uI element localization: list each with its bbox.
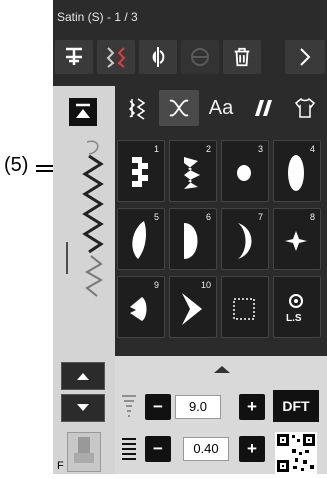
page-title: Satin (S) - 1 / 3 — [57, 10, 138, 24]
satin-icon — [169, 99, 189, 117]
next-arrow-icon — [300, 48, 311, 66]
shirt-icon — [294, 97, 316, 118]
disabled-icon — [191, 48, 209, 66]
stitch-settings-panel: − 9.0 + DFT − 0.40 + — [115, 356, 327, 474]
pattern-tile-4[interactable]: 4 — [273, 140, 321, 202]
width-decrease-button[interactable]: − — [145, 394, 171, 420]
pattern-tile-9[interactable]: 9 — [117, 276, 165, 338]
oval-icon — [288, 155, 304, 191]
buttonhole-tab[interactable] — [117, 90, 157, 126]
default-label: DFT — [282, 398, 310, 414]
toolbar — [53, 34, 327, 78]
four-point-star-icon — [285, 231, 307, 251]
stitch-length-icon — [122, 438, 136, 460]
callout-label: (5) — [4, 154, 29, 176]
flip-button[interactable] — [139, 40, 177, 74]
teardrop-icon — [132, 221, 146, 259]
arrow-up-icon — [77, 373, 89, 380]
default-button[interactable]: DFT — [273, 390, 319, 422]
chevron-icon — [182, 293, 202, 325]
pattern-tile-10[interactable]: 10 — [169, 276, 217, 338]
presser-foot-indicator — [67, 432, 101, 472]
dashed-square-icon — [233, 298, 255, 320]
arrow-down-icon — [77, 404, 89, 411]
expand-up-icon — [214, 366, 230, 373]
pattern-tile-6[interactable]: 6 — [169, 208, 217, 270]
alphabet-tab[interactable]: Aa — [201, 90, 241, 126]
alphabet-icon: Aa — [208, 96, 234, 119]
move-top-icon — [76, 103, 90, 118]
length-value: 0.40 — [183, 437, 229, 461]
shirt-tab[interactable] — [285, 90, 325, 126]
delete-button[interactable] — [223, 40, 261, 74]
selection-frame-tile[interactable] — [221, 276, 269, 338]
length-decrease-button[interactable]: − — [145, 436, 171, 462]
delete-icon — [234, 47, 250, 67]
mirror-pattern-button[interactable] — [97, 40, 135, 74]
pattern-tile-5[interactable]: 5 — [117, 208, 165, 270]
presser-foot-label: F — [57, 460, 64, 472]
length-increase-button[interactable]: + — [239, 436, 265, 462]
needle-position-button[interactable] — [55, 40, 93, 74]
qr-code[interactable] — [275, 432, 317, 474]
scroll-up-button[interactable] — [61, 362, 105, 390]
needle-position-icon — [66, 47, 82, 65]
disabled-button — [181, 40, 219, 74]
mirror-pattern-icon — [106, 47, 126, 68]
quilt-icon — [255, 100, 272, 116]
long-stitch-tile[interactable]: L.S — [273, 276, 321, 338]
move-top-button[interactable] — [69, 98, 97, 126]
stitch-width-icon — [122, 395, 136, 417]
long-stitch-label: L.S — [286, 313, 302, 324]
expand-panel-button[interactable] — [211, 362, 233, 374]
flip-icon — [152, 47, 165, 67]
sewing-machine-screen: Satin (S) - 1 / 3 F Aa 1 2 3 4 5 6 7 8 9… — [53, 0, 327, 474]
buttonhole-icon — [128, 98, 146, 120]
presser-foot-icon — [74, 437, 94, 463]
pattern-tile-8[interactable]: 8 — [273, 208, 321, 270]
half-moon-icon — [184, 223, 198, 259]
zigzag-stitch-icon — [66, 140, 104, 297]
pattern-tile-1[interactable]: 1 — [117, 140, 165, 202]
pattern-tile-7[interactable]: 7 — [221, 208, 269, 270]
zigzag-satin-icon — [184, 157, 200, 189]
quilt-tab[interactable] — [243, 90, 283, 126]
stitch-preview — [61, 134, 109, 324]
leaf-icon — [130, 297, 147, 321]
pattern-tile-3[interactable]: 3 — [221, 140, 269, 202]
width-increase-button[interactable]: + — [239, 394, 265, 420]
pattern-grid: 1 2 3 4 5 6 7 8 9 10 L.S — [115, 134, 327, 348]
title-bar: Satin (S) - 1 / 3 — [53, 0, 327, 34]
qr-code-icon — [277, 434, 315, 472]
long-stitch-icon — [289, 294, 303, 308]
pattern-tile-2[interactable]: 2 — [169, 140, 217, 202]
width-value: 9.0 — [175, 395, 221, 419]
crescent-icon — [238, 223, 252, 259]
stitch-preview-panel: F — [53, 86, 115, 474]
next-button[interactable] — [285, 40, 325, 74]
stepped-satin-icon — [132, 157, 148, 187]
category-tabs: Aa — [115, 86, 327, 130]
scroll-down-button[interactable] — [61, 394, 105, 422]
dot-icon — [237, 165, 251, 181]
satin-tab[interactable] — [159, 90, 199, 126]
